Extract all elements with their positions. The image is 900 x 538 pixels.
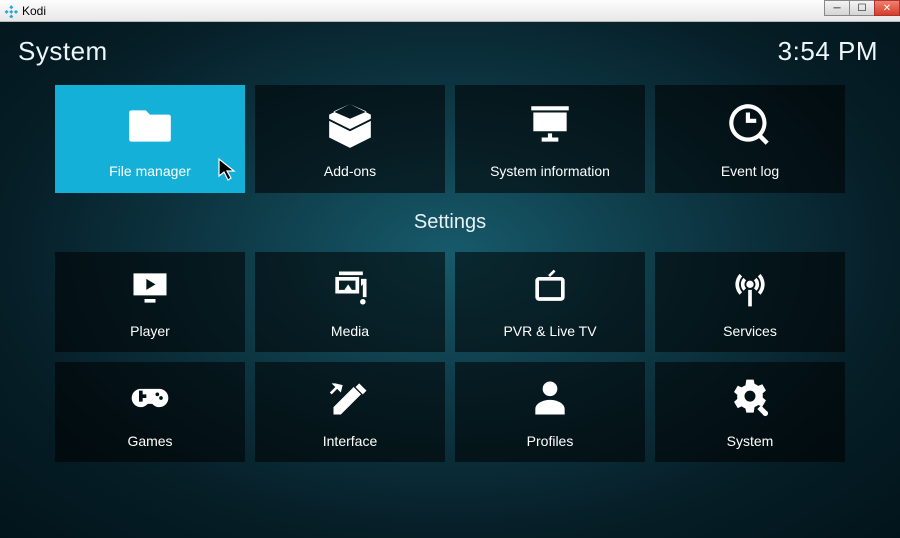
tile-label: Player: [130, 323, 170, 339]
header: System 3:54 PM: [0, 22, 900, 67]
window-close-button[interactable]: ✕: [874, 0, 900, 16]
open-box-icon: [321, 100, 379, 155]
tile-label: Interface: [323, 433, 377, 449]
media-library-icon: [325, 266, 375, 315]
tile-interface[interactable]: Interface: [255, 362, 445, 462]
gamepad-icon: [125, 376, 175, 425]
gear-wrench-icon: [725, 376, 775, 425]
top-tile-row: File manager Add-ons System information …: [0, 85, 900, 193]
tile-label: Event log: [721, 163, 779, 179]
folder-icon: [121, 100, 179, 155]
broadcast-icon: [725, 266, 775, 315]
tile-system[interactable]: System: [655, 362, 845, 462]
clock: 3:54 PM: [778, 36, 878, 67]
tile-label: Add-ons: [324, 163, 376, 179]
tile-media[interactable]: Media: [255, 252, 445, 352]
window-maximize-button[interactable]: ☐: [849, 0, 875, 16]
tile-label: Services: [723, 323, 777, 339]
tile-services[interactable]: Services: [655, 252, 845, 352]
presentation-chart-icon: [521, 100, 579, 155]
pencil-ruler-icon: [325, 376, 375, 425]
tv-icon: [525, 266, 575, 315]
tile-player[interactable]: Player: [55, 252, 245, 352]
tile-profiles[interactable]: Profiles: [455, 362, 645, 462]
window-minimize-button[interactable]: ─: [824, 0, 850, 16]
kodi-app-icon: [4, 4, 18, 18]
tile-label: Games: [127, 433, 172, 449]
tile-event-log[interactable]: Event log: [655, 85, 845, 193]
window-buttons: ─ ☐ ✕: [825, 0, 900, 16]
tile-label: System: [727, 433, 774, 449]
tile-file-manager[interactable]: File manager: [55, 85, 245, 193]
tile-label: File manager: [109, 163, 191, 179]
person-icon: [525, 376, 575, 425]
settings-row-1: Player Media PVR & Live TV Services: [0, 252, 900, 352]
tile-label: Profiles: [527, 433, 574, 449]
tile-pvr-live-tv[interactable]: PVR & Live TV: [455, 252, 645, 352]
app-content: System 3:54 PM File manager Add-ons Syst…: [0, 22, 900, 538]
settings-row-2: Games Interface Profiles System: [0, 362, 900, 462]
tile-games[interactable]: Games: [55, 362, 245, 462]
clock-search-icon: [721, 100, 779, 155]
page-title: System: [18, 36, 108, 67]
section-label-settings: Settings: [0, 211, 900, 234]
window-title: Kodi: [22, 4, 46, 18]
monitor-play-icon: [125, 266, 175, 315]
tile-label: Media: [331, 323, 369, 339]
tile-label: System information: [490, 163, 610, 179]
tile-add-ons[interactable]: Add-ons: [255, 85, 445, 193]
tile-system-information[interactable]: System information: [455, 85, 645, 193]
tile-label: PVR & Live TV: [503, 323, 596, 339]
window-titlebar: Kodi ─ ☐ ✕: [0, 0, 900, 22]
